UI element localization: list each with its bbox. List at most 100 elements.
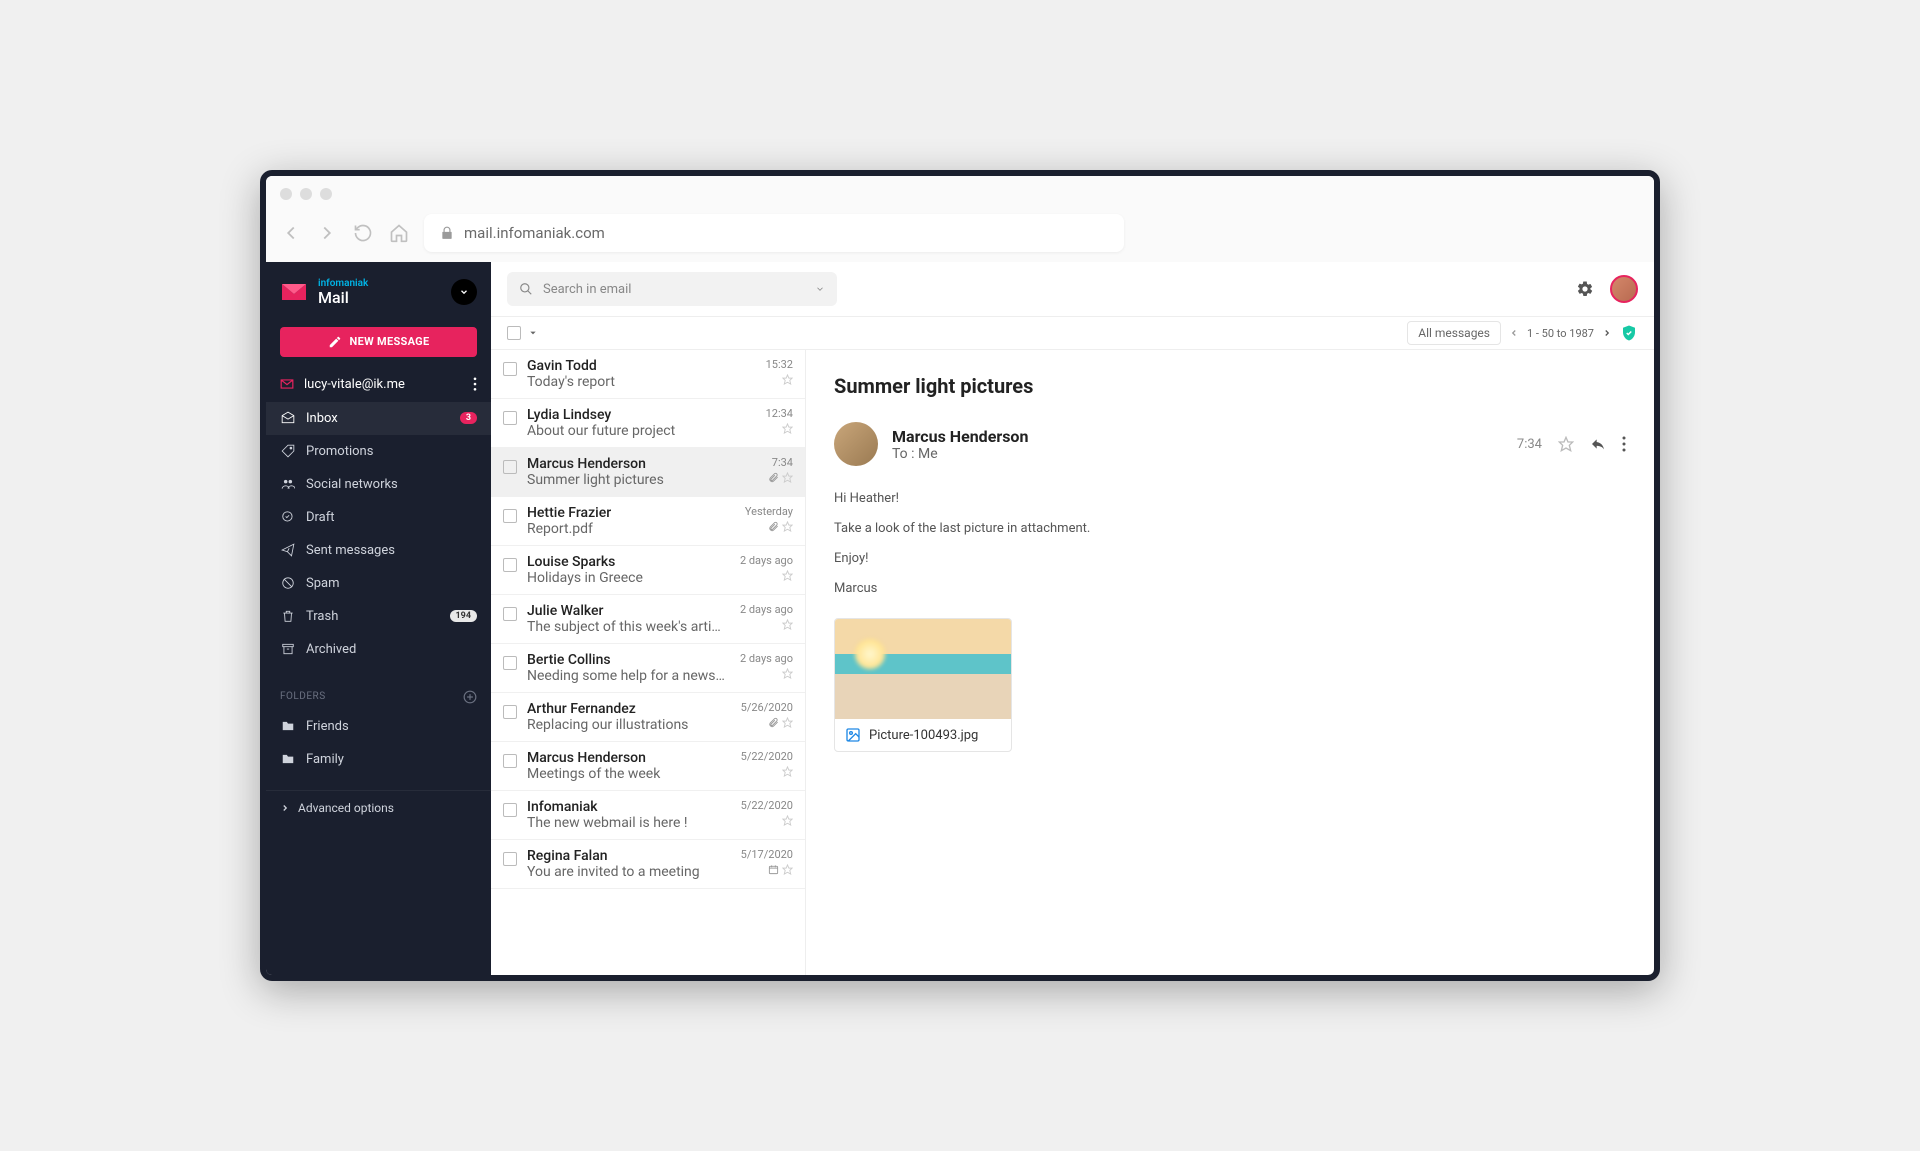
star-icon[interactable] [782,717,793,728]
message-time: Yesterday [745,505,793,518]
message-item[interactable]: Louise Sparks Holidays in Greece 2 days … [491,546,805,595]
sidebar-item-spam[interactable]: Spam [266,567,491,600]
star-icon[interactable] [782,521,793,532]
settings-button[interactable] [1576,280,1594,298]
body-line: Enjoy! [834,546,1626,572]
prev-page-icon[interactable] [1509,328,1519,338]
filter-button[interactable]: All messages [1407,321,1501,345]
sidebar-item-social-networks[interactable]: Social networks [266,468,491,501]
advanced-options[interactable]: Advanced options [266,790,491,825]
sidebar-item-label: Spam [306,576,340,591]
message-item[interactable]: Gavin Todd Today's report 15:32 [491,350,805,399]
forward-icon[interactable] [316,222,338,244]
message-subject: You are invited to a meeting [527,864,725,880]
next-page-icon[interactable] [1602,328,1612,338]
block-icon [280,576,296,590]
star-icon[interactable] [782,766,793,777]
message-checkbox[interactable] [503,754,517,768]
add-folder-icon[interactable] [463,690,477,704]
browser-toolbar: mail.infomaniak.com [266,212,1654,262]
message-item[interactable]: Arthur Fernandez Replacing our illustrat… [491,693,805,742]
reload-icon[interactable] [352,222,374,244]
paperclip-icon [768,717,779,728]
recipient-line: To : Me [892,446,1028,462]
star-icon[interactable] [782,423,793,434]
star-icon[interactable] [1558,436,1574,452]
message-checkbox[interactable] [503,803,517,817]
star-icon[interactable] [782,815,793,826]
folder-friends[interactable]: Friends [266,710,491,743]
collapse-sidebar-button[interactable] [451,279,477,305]
message-item[interactable]: Bertie Collins Needing some help for a n… [491,644,805,693]
window-close-dot[interactable] [280,188,292,200]
message-item[interactable]: Lydia Lindsey About our future project 1… [491,399,805,448]
user-avatar[interactable] [1610,275,1638,303]
search-input[interactable]: Search in email [507,272,837,306]
message-item[interactable]: Julie Walker The subject of this week's … [491,595,805,644]
sidebar-item-label: Promotions [306,444,373,459]
folder-icon [280,719,296,733]
sidebar-item-archived[interactable]: Archived [266,633,491,666]
url-bar[interactable]: mail.infomaniak.com [424,214,1124,252]
message-checkbox[interactable] [503,656,517,670]
sidebar-item-trash[interactable]: Trash 194 [266,600,491,633]
message-time: 2 days ago [740,554,793,567]
message-checkbox[interactable] [503,558,517,572]
message-subject: Meetings of the week [527,766,725,782]
message-checkbox[interactable] [503,509,517,523]
folder-label: Friends [306,719,349,734]
message-checkbox[interactable] [503,852,517,866]
back-icon[interactable] [280,222,302,244]
sender-avatar[interactable] [834,422,878,466]
star-icon[interactable] [782,864,793,875]
account-row[interactable]: lucy-vitale@ik.me [266,367,491,402]
paperclip-icon [768,521,779,532]
star-icon[interactable] [782,472,793,483]
compose-button[interactable]: NEW MESSAGE [280,327,477,357]
message-checkbox[interactable] [503,607,517,621]
top-bar: Search in email [491,262,1654,316]
message-item[interactable]: Marcus Henderson Summer light pictures 7… [491,448,805,497]
body-line: Hi Heather! [834,486,1626,512]
sidebar-item-label: Draft [306,510,335,525]
sidebar-item-inbox[interactable]: Inbox 3 [266,402,491,435]
chevron-down-icon[interactable] [815,284,825,294]
star-icon[interactable] [782,619,793,630]
folder-family[interactable]: Family [266,743,491,776]
account-email: lucy-vitale@ik.me [304,377,405,392]
attachment-preview [835,619,1011,719]
message-sender: Lydia Lindsey [527,407,725,423]
message-time: 5/26/2020 [741,701,793,714]
attachment-card[interactable]: Picture-100493.jpg [834,618,1012,752]
message-item[interactable]: Marcus Henderson Meetings of the week 5/… [491,742,805,791]
select-all-checkbox[interactable] [507,326,521,340]
star-icon[interactable] [782,668,793,679]
sidebar-item-label: Social networks [306,477,398,492]
sidebar-item-draft[interactable]: Draft [266,501,491,534]
shield-check-icon[interactable] [1620,324,1638,342]
message-checkbox[interactable] [503,705,517,719]
home-icon[interactable] [388,222,410,244]
message-subject: The subject of this week's article [527,619,725,635]
star-icon[interactable] [782,570,793,581]
account-more-icon[interactable] [473,377,477,391]
message-time: 5/17/2020 [741,848,793,861]
reply-icon[interactable] [1590,436,1606,452]
message-checkbox[interactable] [503,460,517,474]
message-item[interactable]: Infomaniak The new webmail is here ! 5/2… [491,791,805,840]
sidebar-item-promotions[interactable]: Promotions [266,435,491,468]
sidebar-item-label: Sent messages [306,543,395,558]
sidebar-item-sent-messages[interactable]: Sent messages [266,534,491,567]
message-item[interactable]: Hettie Frazier Report.pdf Yesterday [491,497,805,546]
message-sender: Julie Walker [527,603,725,619]
star-icon[interactable] [782,374,793,385]
message-item[interactable]: Regina Falan You are invited to a meetin… [491,840,805,889]
more-icon[interactable] [1622,436,1626,452]
message-subject: Today's report [527,374,725,390]
message-checkbox[interactable] [503,411,517,425]
message-checkbox[interactable] [503,362,517,376]
chevron-down-icon[interactable] [529,329,537,337]
window-maximize-dot[interactable] [320,188,332,200]
window-minimize-dot[interactable] [300,188,312,200]
pagination: 1 - 50 to 1987 [1509,327,1612,340]
